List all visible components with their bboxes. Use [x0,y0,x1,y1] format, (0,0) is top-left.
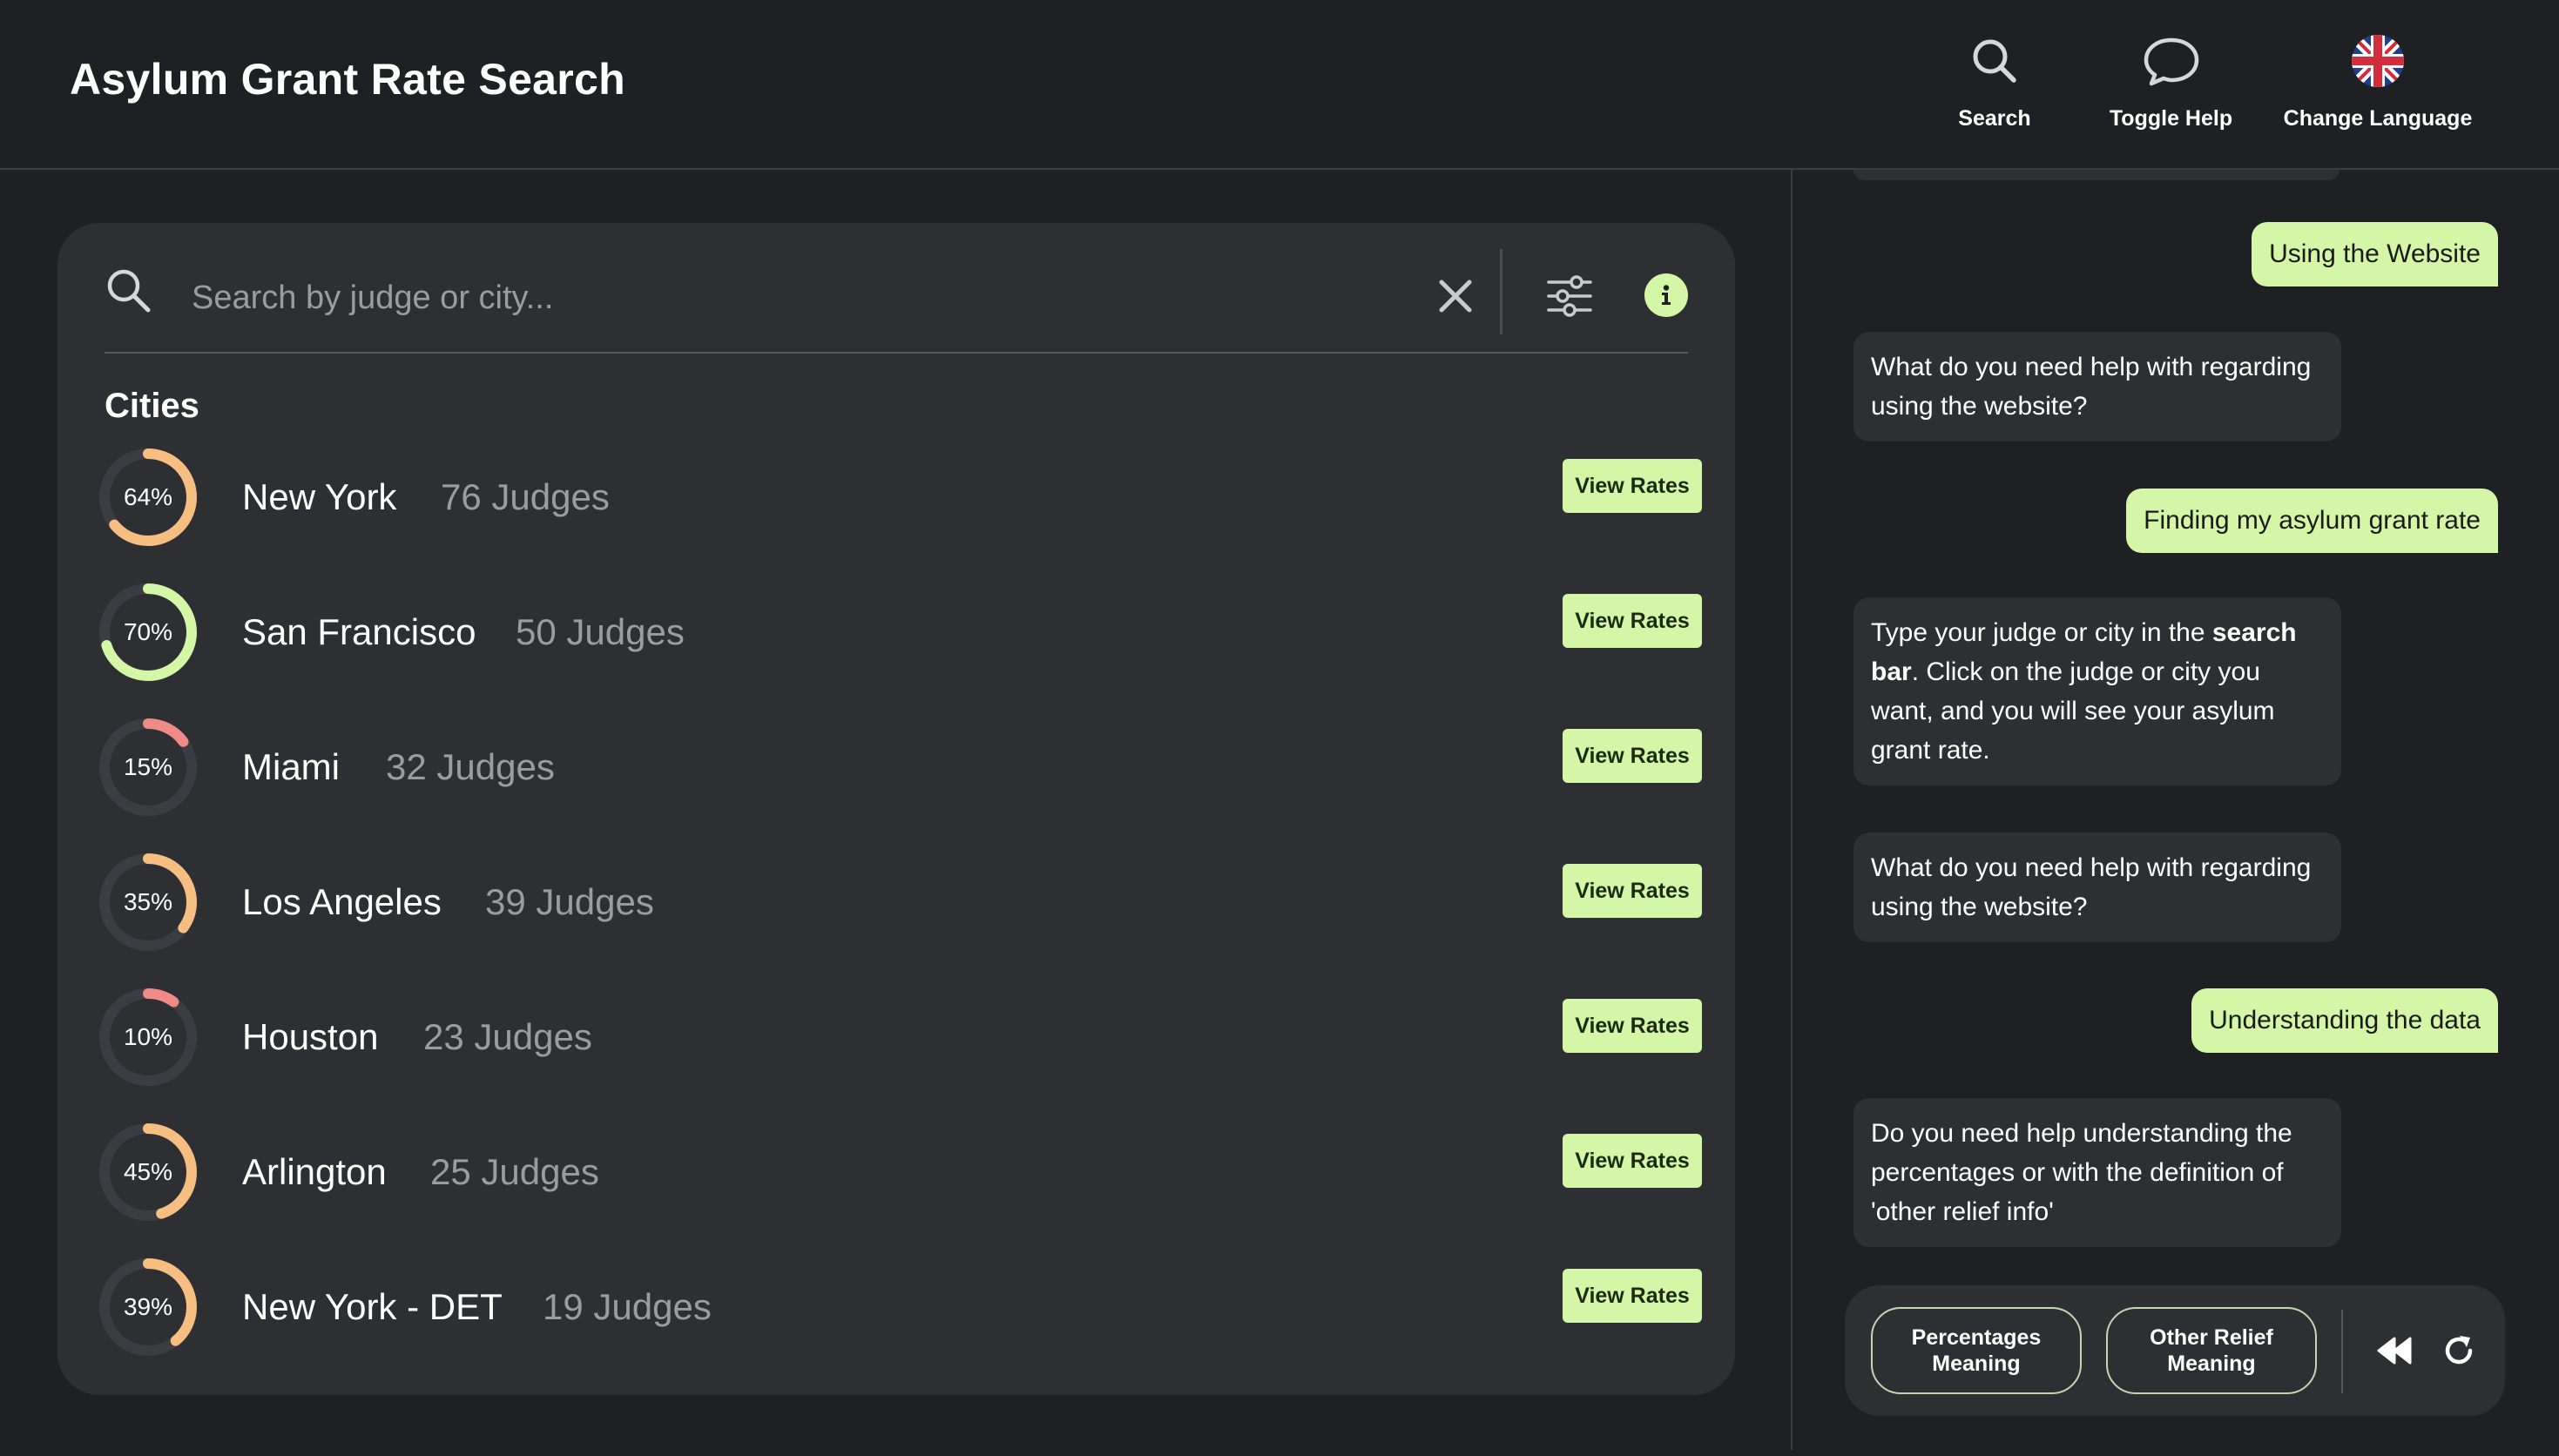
filter-button[interactable] [1543,270,1596,322]
chat-message-user: Understanding the data [2191,988,2498,1053]
judge-count: 39 Judges [485,881,654,922]
chat-message-bot: Type your judge or city in the search ba… [1853,597,2341,785]
quick-bar-divider [2341,1310,2343,1393]
grant-rate-label: 15% [123,753,173,780]
percentages-meaning-button[interactable]: Percentages Meaning [1871,1307,2082,1394]
quick-reply-bar: Percentages Meaning Other Relief Meaning [1845,1285,2505,1416]
chat-message-user: Finding my asylum grant rate [2126,489,2498,553]
chat-text: . Click on the judge or city you want, a… [1871,657,2275,765]
city-row[interactable]: 10% Houston 23 Judges View Rates [57,985,1735,1120]
judge-count: 25 Judges [430,1151,599,1192]
view-rates-button[interactable]: View Rates [1563,594,1702,648]
view-rates-button[interactable]: View Rates [1563,1269,1702,1323]
city-name: Miami [242,746,340,787]
view-rates-button[interactable]: View Rates [1563,459,1702,513]
city-name: Arlington [242,1151,387,1192]
search-icon [1970,26,2019,96]
app-header: Asylum Grant Rate Search Search Toggle H… [0,0,2559,170]
back-button[interactable] [2373,1329,2416,1372]
chat-text: Type your judge or city in the [1871,618,2212,647]
city-row[interactable]: 35% Los Angeles 39 Judges View Rates [57,850,1735,985]
nav-toggle-help-label: Toggle Help [2109,106,2233,131]
uk-flag-icon [2350,26,2406,96]
view-rates-button[interactable]: View Rates [1563,999,1702,1053]
search-bar-divider [1500,249,1502,334]
cities-section-title: Cities [105,387,199,425]
city-row[interactable]: 45% Arlington 25 Judges View Rates [57,1120,1735,1255]
chat-bubble-icon [2143,26,2200,96]
judge-count: 50 Judges [516,611,685,652]
nav-change-language-button[interactable]: Change Language [2278,26,2478,148]
judge-count: 19 Judges [543,1286,712,1327]
grant-rate-label: 70% [123,618,173,645]
judge-count: 23 Judges [423,1016,592,1057]
nav-search-button[interactable]: Search [1925,26,2064,148]
info-button[interactable] [1644,273,1688,317]
grant-rate-label: 64% [123,483,173,510]
city-row[interactable]: 70% San Francisco 50 Judges View Rates [57,580,1735,715]
clear-search-button[interactable] [1433,273,1478,319]
city-name: New York - DET [242,1286,503,1327]
search-panel: Cities 64% New York 76 Judges View Rates… [57,223,1735,1395]
restart-button[interactable] [2437,1329,2481,1372]
sliders-icon [1547,275,1592,317]
search-input[interactable] [192,272,1394,324]
app-title: Asylum Grant Rate Search [70,55,625,104]
view-rates-button[interactable]: View Rates [1563,1134,1702,1188]
judge-count: 76 Judges [441,476,610,517]
view-rates-button[interactable]: View Rates [1563,864,1702,918]
city-name: New York [242,476,397,517]
chat-message-partial [1853,170,2340,180]
city-name: Los Angeles [242,881,442,922]
close-icon [1439,280,1472,313]
chat-message-bot: Do you need help understanding the perce… [1853,1098,2341,1247]
info-icon [1662,285,1671,305]
grant-rate-label: 35% [123,888,173,915]
search-bar [105,247,1688,354]
city-row[interactable]: 15% Miami 32 Judges View Rates [57,715,1735,850]
chat-message-bot: What do you need help with regarding usi… [1853,332,2341,442]
grant-rate-label: 45% [123,1158,173,1185]
chat-message-bot: What do you need help with regarding usi… [1853,832,2341,942]
search-icon [105,266,153,320]
other-relief-meaning-button[interactable]: Other Relief Meaning [2106,1307,2317,1394]
rewind-icon [2377,1337,2412,1365]
city-name: Houston [242,1016,379,1057]
city-row[interactable]: 39% New York - DET 19 Judges View Rates [57,1255,1735,1390]
view-rates-button[interactable]: View Rates [1563,729,1702,783]
nav-toggle-help-button[interactable]: Toggle Help [2099,26,2243,148]
city-row[interactable]: 64% New York 76 Judges View Rates [57,445,1735,580]
refresh-icon [2445,1336,2473,1365]
help-chat: Using the Website What do you need help … [1793,170,2559,1276]
judge-count: 32 Judges [386,746,555,787]
grant-rate-label: 39% [123,1293,173,1320]
grant-rate-label: 10% [123,1023,173,1050]
nav-change-language-label: Change Language [2283,106,2473,131]
city-name: San Francisco [242,611,476,652]
chat-message-user: Using the Website [2252,222,2498,286]
nav-search-label: Search [1958,106,2031,131]
